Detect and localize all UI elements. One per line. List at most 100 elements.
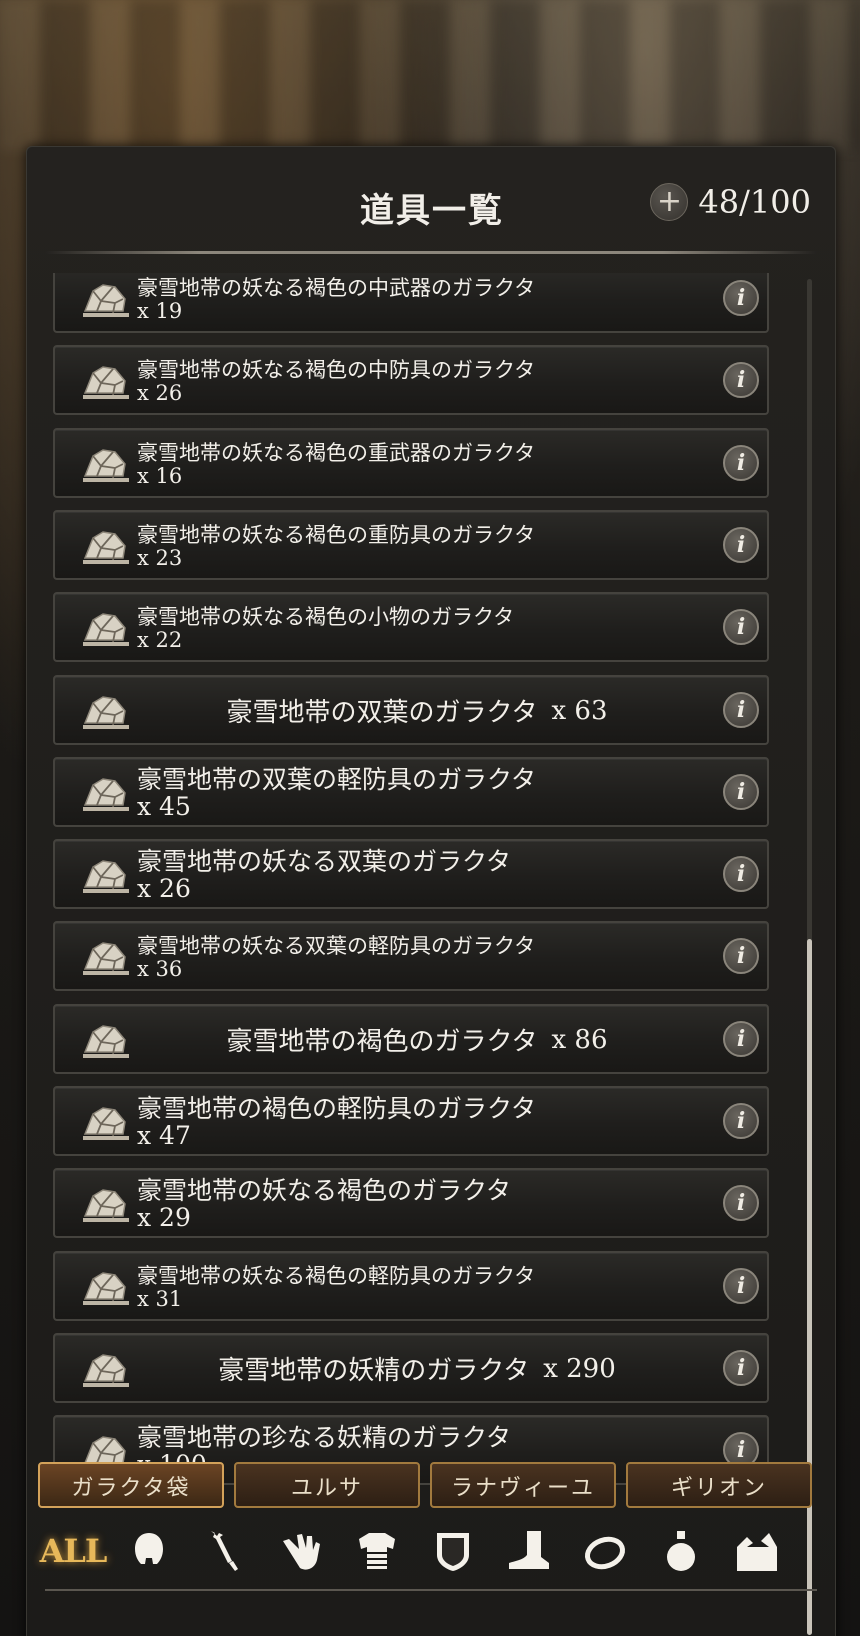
item-quantity: x 86 <box>551 1024 608 1055</box>
junk-icon <box>81 689 131 731</box>
item-name: 豪雪地帯の双葉のガラクタ <box>226 698 538 728</box>
item-quantity: x 31 <box>137 1286 183 1311</box>
item-name: 豪雪地帯の妖なる褐色のガラクタ <box>137 1176 512 1206</box>
item-name: 豪雪地帯の妖なる褐色の小物のガラクタ <box>137 605 515 630</box>
shield-icon <box>437 1533 469 1571</box>
item-row[interactable]: 豪雪地帯の妖なる褐色の重武器のガラクタ x 16 i <box>53 427 769 498</box>
junk-icon <box>81 277 131 319</box>
junk-icon <box>81 359 131 401</box>
char-tab-yursa[interactable]: ユルサ <box>234 1462 420 1508</box>
boot-icon <box>509 1531 549 1569</box>
item-quantity: x 36 <box>137 957 183 982</box>
item-row[interactable]: 豪雪地帯の妖なる褐色の重防具のガラクタ x 23 i <box>53 509 769 580</box>
filter-tab-all[interactable]: ALL <box>40 1523 108 1579</box>
item-quantity: x 19 <box>137 299 183 323</box>
info-icon[interactable]: i <box>723 1103 759 1139</box>
item-row[interactable]: 豪雪地帯の妖なる褐色のガラクタ x 29 i <box>53 1168 769 1239</box>
scrollbar[interactable] <box>807 279 812 1635</box>
info-icon[interactable]: i <box>723 280 759 316</box>
junk-icon <box>81 1347 131 1389</box>
armor-icon <box>359 1533 395 1569</box>
item-quantity: x 22 <box>137 628 183 653</box>
item-quantity: x 290 <box>543 1353 616 1384</box>
item-row[interactable]: 豪雪地帯の褐色のガラクタ x 86 i <box>53 1003 769 1074</box>
item-row[interactable]: 豪雪地帯の双葉のガラクタ x 63 i <box>53 674 769 745</box>
info-icon[interactable]: i <box>723 362 759 399</box>
info-icon[interactable]: i <box>723 691 759 728</box>
item-row[interactable]: 豪雪地帯の双葉の軽防具のガラクタ x 45 i <box>53 756 769 827</box>
item-text: 豪雪地帯の妖なる褐色の中防具のガラクタ x 26 <box>137 351 697 411</box>
capacity-counter: + 48/100 <box>650 183 811 221</box>
filter-tab-weapon[interactable] <box>197 1523 253 1579</box>
background-scene <box>0 0 860 150</box>
item-text: 豪雪地帯の双葉の軽防具のガラクタ x 45 <box>137 763 697 823</box>
item-text: 豪雪地帯の妖なる褐色の小物のガラクタ x 22 <box>137 598 697 658</box>
item-row[interactable]: 豪雪地帯の妖なる褐色の軽防具のガラクタ x 31 i <box>53 1250 769 1321</box>
item-text: 豪雪地帯の褐色のガラクタ x 86 <box>137 1010 697 1070</box>
junk-icon <box>81 524 131 566</box>
info-icon[interactable]: i <box>723 609 759 646</box>
sword-icon <box>211 1531 238 1571</box>
item-list[interactable]: 豪雪地帯の妖なる褐色の中武器のガラクタ x 19 i 豪雪地帯の妖なる褐色の中防具のガ… <box>53 273 769 1635</box>
item-text: 豪雪地帯の褐色の軽防具のガラクタ x 47 <box>137 1092 697 1152</box>
item-text: 豪雪地帯の妖精のガラクタ x 290 <box>137 1339 697 1399</box>
expand-capacity-button[interactable]: + <box>650 183 689 221</box>
item-row[interactable]: 豪雪地帯の妖なる双葉のガラクタ x 26 i <box>53 839 769 910</box>
item-name: 豪雪地帯の妖なる双葉のガラクタ <box>137 847 512 877</box>
char-tab-junk-bag[interactable]: ガラクタ袋 <box>38 1462 224 1508</box>
item-name: 豪雪地帯の褐色の軽防具のガラクタ <box>137 1094 537 1123</box>
item-quantity: x 26 <box>137 874 191 904</box>
char-tab-gillion[interactable]: ギリオン <box>626 1462 812 1508</box>
item-name: 豪雪地帯の珍なる妖精のガラクタ <box>137 1423 512 1453</box>
item-quantity: x 29 <box>137 1203 191 1233</box>
filter-tab-body[interactable] <box>349 1523 405 1579</box>
info-icon[interactable]: i <box>723 1185 759 1222</box>
item-row[interactable]: 豪雪地帯の妖なる褐色の中防具のガラクタ x 26 i <box>53 345 769 416</box>
item-row[interactable]: 豪雪地帯の妖なる褐色の中武器のガラクタ x 19 i <box>53 273 769 333</box>
filter-tab-key-items[interactable] <box>729 1523 785 1579</box>
item-name: 豪雪地帯の妖なる褐色の中武器のガラクタ <box>137 276 536 300</box>
junk-icon <box>81 1018 131 1060</box>
item-name: 豪雪地帯の妖精のガラクタ <box>218 1356 530 1387</box>
item-quantity: x 47 <box>137 1121 191 1150</box>
item-quantity: x 16 <box>137 463 183 488</box>
filter-tab-head[interactable] <box>121 1523 177 1579</box>
item-row[interactable]: 豪雪地帯の妖なる双葉の軽防具のガラクタ x 36 i <box>53 921 769 992</box>
glove-icon <box>283 1534 320 1570</box>
char-tab-ranaville[interactable]: ラナヴィーユ <box>430 1462 616 1508</box>
item-quantity: x 23 <box>137 545 183 570</box>
junk-icon <box>81 935 131 977</box>
head-icon <box>135 1533 163 1564</box>
item-name: 豪雪地帯の妖なる褐色の中防具のガラクタ <box>137 358 536 383</box>
filter-tab-bar: ALL <box>27 1517 837 1587</box>
junk-icon <box>81 1265 131 1307</box>
item-text: 豪雪地帯の妖なる双葉のガラクタ x 26 <box>137 845 697 905</box>
item-row[interactable]: 豪雪地帯の妖なる褐色の小物のガラクタ x 22 i <box>53 592 769 663</box>
box-icon <box>737 1533 777 1571</box>
info-icon[interactable]: i <box>723 444 759 481</box>
item-quantity: x 45 <box>137 791 191 821</box>
info-icon[interactable]: i <box>723 856 759 893</box>
info-icon[interactable]: i <box>723 1349 759 1386</box>
junk-icon <box>81 853 131 895</box>
junk-icon <box>81 442 131 484</box>
item-text: 豪雪地帯の妖なる褐色の中武器のガラクタ x 19 <box>137 273 697 329</box>
item-quantity: x 26 <box>137 381 183 406</box>
item-quantity: x 63 <box>551 695 608 726</box>
item-row[interactable]: 豪雪地帯の褐色の軽防具のガラクタ x 47 i <box>53 1086 769 1156</box>
filter-tab-hands[interactable] <box>273 1523 329 1579</box>
info-icon[interactable]: i <box>723 1020 759 1057</box>
filter-tab-shield[interactable] <box>425 1523 481 1579</box>
info-icon[interactable]: i <box>723 938 759 975</box>
info-icon[interactable]: i <box>723 773 759 810</box>
inventory-panel: 道具一覧 + 48/100 豪雪地帯の妖なる褐色の中武器のガラクタ x 19 i 豪雪… <box>26 146 836 1636</box>
junk-icon <box>81 606 131 648</box>
item-row[interactable]: 豪雪地帯の妖精のガラクタ x 290 i <box>53 1332 769 1403</box>
filter-tab-consumable[interactable] <box>653 1523 709 1579</box>
info-icon[interactable]: i <box>723 1267 759 1304</box>
item-name: 豪雪地帯の妖なる褐色の軽防具のガラクタ <box>137 1263 536 1288</box>
filter-tab-feet[interactable] <box>501 1523 557 1579</box>
item-text: 豪雪地帯の妖なる双葉の軽防具のガラクタ x 36 <box>137 927 697 987</box>
info-icon[interactable]: i <box>723 526 759 563</box>
filter-tab-accessory[interactable] <box>577 1523 633 1579</box>
